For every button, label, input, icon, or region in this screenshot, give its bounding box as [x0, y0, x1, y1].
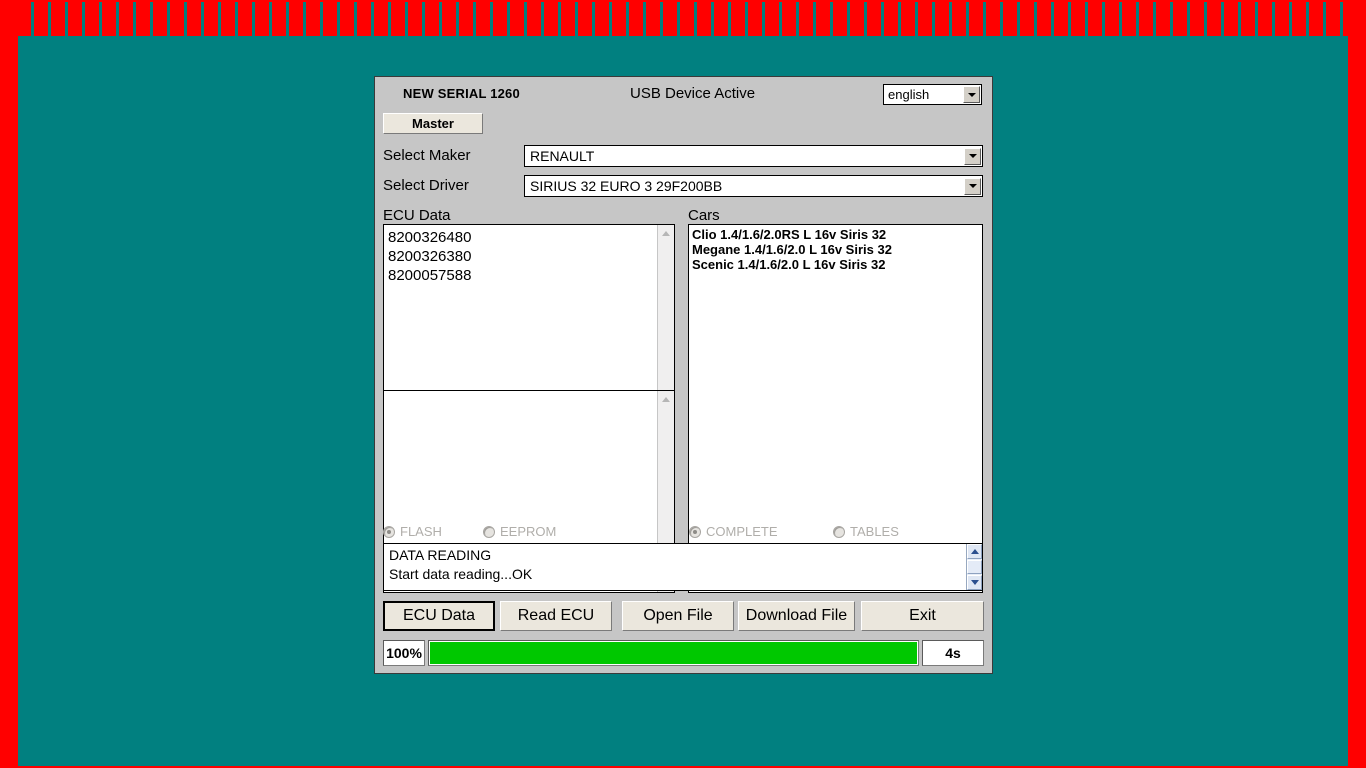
- radio-indicator-icon: [383, 525, 395, 538]
- scrollbar-thumb[interactable]: [967, 560, 982, 574]
- select-maker-value: RENAULT: [530, 148, 595, 164]
- frame-left-band: [0, 0, 18, 768]
- chevron-down-icon[interactable]: [964, 147, 981, 165]
- list-item[interactable]: 8200326380: [388, 247, 657, 266]
- scroll-up-icon[interactable]: [658, 225, 674, 241]
- master-button[interactable]: Master: [383, 113, 483, 134]
- language-dropdown-value: english: [888, 87, 930, 102]
- select-maker-dropdown[interactable]: RENAULT: [524, 145, 983, 167]
- radio-flash[interactable]: FLASH: [383, 524, 442, 539]
- select-driver-dropdown[interactable]: SIRIUS 32 EURO 3 29F200BB: [524, 175, 983, 197]
- radio-indicator-icon: [833, 525, 845, 538]
- frame-top-band: [0, 0, 1366, 18]
- radio-eeprom[interactable]: EEPROM: [483, 524, 556, 539]
- elapsed-time-label: 4s: [922, 640, 984, 666]
- progress-bar-fill: [430, 642, 917, 664]
- select-driver-label: Select Driver: [383, 177, 469, 194]
- frame-bottom-band: [0, 18, 1366, 36]
- radio-complete[interactable]: COMPLETE: [689, 524, 778, 539]
- ecu-data-caption: ECU Data: [383, 207, 451, 224]
- progress-row: 100% 4s: [383, 640, 984, 666]
- frame-right-band: [1348, 0, 1366, 768]
- chevron-down-icon[interactable]: [964, 177, 981, 195]
- open-file-button[interactable]: Open File: [622, 601, 734, 631]
- usb-status-label: USB Device Active: [630, 85, 756, 102]
- select-driver-value: SIRIUS 32 EURO 3 29F200BB: [530, 178, 723, 194]
- list-item[interactable]: 8200057588: [388, 266, 657, 285]
- cars-caption: Cars: [688, 207, 720, 224]
- radio-flash-label: FLASH: [400, 524, 442, 539]
- status-log-box[interactable]: DATA READING Start data reading...OK: [383, 543, 983, 591]
- read-ecu-button[interactable]: Read ECU: [500, 601, 612, 631]
- list-item[interactable]: Clio 1.4/1.6/2.0RS L 16v Siris 32: [692, 227, 982, 242]
- radio-complete-label: COMPLETE: [706, 524, 778, 539]
- language-dropdown[interactable]: english: [883, 84, 982, 105]
- frame-top-line: [18, 0, 1348, 2]
- list-item[interactable]: Scenic 1.4/1.6/2.0 L 16v Siris 32: [692, 257, 982, 272]
- radio-eeprom-label: EEPROM: [500, 524, 557, 539]
- exit-button[interactable]: Exit: [861, 601, 984, 631]
- screen-background: NEW SERIAL 1260 USB Device Active englis…: [0, 0, 1366, 768]
- serial-number-label: NEW SERIAL 1260: [403, 86, 520, 101]
- scroll-up-icon[interactable]: [967, 544, 982, 559]
- chevron-down-icon[interactable]: [963, 86, 980, 103]
- select-maker-label: Select Maker: [383, 147, 471, 164]
- status-log-scrollbar[interactable]: [966, 544, 982, 590]
- radio-indicator-icon: [483, 525, 495, 538]
- radio-tables-label: TABLES: [850, 524, 899, 539]
- list-item[interactable]: Start data reading...OK: [389, 565, 965, 584]
- progress-bar-track: [428, 640, 919, 666]
- mode-radio-group: FLASH EEPROM COMPLETE TABLES: [383, 524, 983, 544]
- list-item[interactable]: 8200326480: [388, 228, 657, 247]
- action-button-row: ECU Data Read ECU Open File Download Fil…: [383, 601, 984, 631]
- ecu-data-button[interactable]: ECU Data: [383, 601, 495, 631]
- list-item[interactable]: DATA READING: [389, 546, 965, 565]
- radio-indicator-icon: [689, 525, 701, 538]
- scroll-up-icon[interactable]: [658, 391, 674, 407]
- progress-percent-label: 100%: [383, 640, 425, 666]
- scroll-down-icon[interactable]: [967, 575, 982, 590]
- radio-tables[interactable]: TABLES: [833, 524, 899, 539]
- list-item[interactable]: Megane 1.4/1.6/2.0 L 16v Siris 32: [692, 242, 982, 257]
- status-log-lines: DATA READING Start data reading...OK: [384, 544, 965, 590]
- download-file-button[interactable]: Download File: [738, 601, 855, 631]
- application-panel: NEW SERIAL 1260 USB Device Active englis…: [374, 76, 993, 674]
